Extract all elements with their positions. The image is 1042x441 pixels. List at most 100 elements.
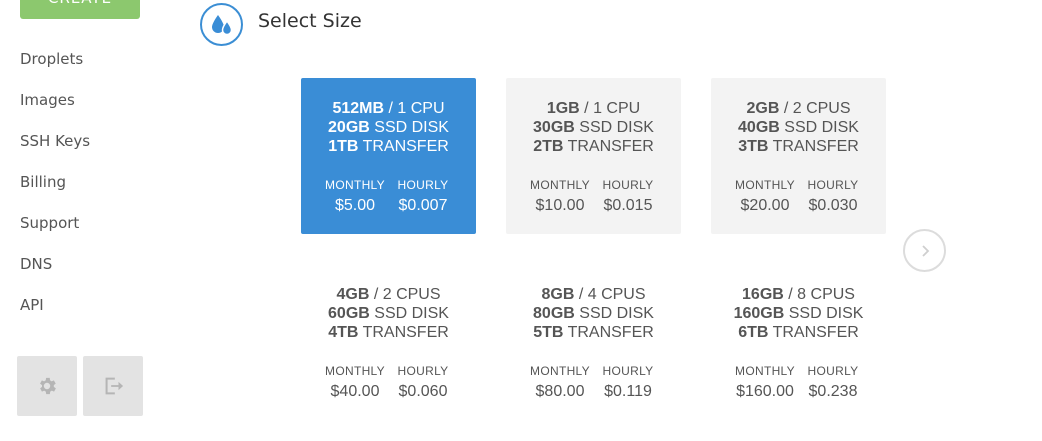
ram-value: 512MB [332, 100, 385, 117]
ram-value: 2GB [746, 100, 780, 117]
cpu-value: 1 CPU [593, 100, 641, 117]
hourly-value: $0.060 [398, 383, 448, 400]
hourly-label: HOURLY [602, 178, 654, 192]
sidebar-item-support[interactable]: Support [20, 212, 90, 253]
ram-value: 1GB [546, 100, 580, 117]
size-card-1gb[interactable]: 1GB / 1 CPU 30GB SSD DISK 2TB TRANSFER M… [506, 78, 681, 234]
gear-icon [40, 377, 56, 395]
next-sizes-button[interactable] [903, 229, 946, 272]
transfer-label: TRANSFER [567, 138, 654, 155]
disk-value: 60GB [328, 305, 370, 322]
hourly-price: HOURLY $0.060 [388, 364, 458, 402]
transfer-value: 5TB [533, 324, 564, 341]
monthly-price: MONTHLY $80.00 [525, 364, 595, 402]
hourly-label: HOURLY [602, 364, 654, 378]
size-specs: 512MB / 1 CPU 20GB SSD DISK 1TB TRANSFER [328, 100, 449, 155]
monthly-price: MONTHLY $160.00 [730, 364, 800, 402]
monthly-label: MONTHLY [530, 364, 590, 378]
transfer-label: TRANSFER [362, 324, 449, 341]
disk-value: 160GB [733, 305, 785, 322]
disk-label: SSD DISK [579, 305, 654, 322]
sidebar-item-billing[interactable]: Billing [20, 171, 90, 212]
hourly-price: HOURLY $0.030 [798, 178, 868, 216]
transfer-label: TRANSFER [772, 138, 859, 155]
monthly-value: $5.00 [334, 197, 376, 214]
size-card-4gb[interactable]: 4GB / 2 CPUS 60GB SSD DISK 4TB TRANSFER … [301, 264, 476, 420]
disk-label: SSD DISK [374, 119, 449, 136]
hourly-value: $0.030 [808, 197, 858, 214]
sidebar: CREATE Droplets Images SSH Keys Billing … [0, 0, 200, 441]
hourly-label: HOURLY [397, 364, 449, 378]
hourly-label: HOURLY [397, 178, 449, 192]
hourly-value: $0.238 [808, 383, 858, 400]
ram-value: 4GB [336, 286, 370, 303]
hourly-value: $0.007 [398, 197, 448, 214]
sidebar-item-api[interactable]: API [20, 294, 90, 335]
monthly-value: $160.00 [736, 383, 794, 400]
transfer-value: 2TB [533, 138, 564, 155]
monthly-label: MONTHLY [735, 364, 795, 378]
hourly-value: $0.015 [603, 197, 653, 214]
transfer-value: 3TB [738, 138, 769, 155]
cpu-value: 4 CPUS [587, 286, 646, 303]
size-card-512mb[interactable]: 512MB / 1 CPU 20GB SSD DISK 1TB TRANSFER… [301, 78, 476, 234]
monthly-label: MONTHLY [530, 178, 590, 192]
transfer-value: 4TB [328, 324, 359, 341]
settings-button[interactable] [17, 356, 77, 416]
disk-value: 20GB [328, 119, 370, 136]
ram-value: 8GB [541, 286, 575, 303]
hourly-label: HOURLY [807, 178, 859, 192]
size-specs: 1GB / 1 CPU 30GB SSD DISK 2TB TRANSFER [533, 100, 654, 155]
size-card-8gb[interactable]: 8GB / 4 CPUS 80GB SSD DISK 5TB TRANSFER … [506, 264, 681, 420]
monthly-label: MONTHLY [325, 364, 385, 378]
cpu-value: 2 CPUS [792, 100, 851, 117]
cpu-value: 1 CPU [397, 100, 445, 117]
size-card-2gb[interactable]: 2GB / 2 CPUS 40GB SSD DISK 3TB TRANSFER … [711, 78, 886, 234]
monthly-label: MONTHLY [325, 178, 385, 192]
hourly-price: HOURLY $0.015 [593, 178, 663, 216]
ram-value: 16GB [742, 286, 784, 303]
disk-label: SSD DISK [374, 305, 449, 322]
hourly-label: HOURLY [807, 364, 859, 378]
size-card-16gb[interactable]: 16GB / 8 CPUS 160GB SSD DISK 6TB TRANSFE… [711, 264, 886, 420]
monthly-value: $40.00 [330, 383, 380, 400]
sidebar-item-images[interactable]: Images [20, 89, 90, 130]
size-specs: 2GB / 2 CPUS 40GB SSD DISK 3TB TRANSFER [738, 100, 859, 155]
hourly-price: HOURLY $0.007 [388, 178, 458, 216]
monthly-value: $20.00 [740, 197, 790, 214]
hourly-price: HOURLY $0.119 [593, 364, 663, 402]
size-specs: 8GB / 4 CPUS 80GB SSD DISK 5TB TRANSFER [533, 286, 654, 341]
transfer-value: 1TB [328, 138, 359, 155]
monthly-price: MONTHLY $5.00 [320, 178, 390, 216]
transfer-label: TRANSFER [772, 324, 859, 341]
logout-icon [105, 377, 124, 395]
monthly-value: $10.00 [535, 197, 585, 214]
page-title: Select Size [258, 10, 362, 32]
monthly-price: MONTHLY $40.00 [320, 364, 390, 402]
logout-button[interactable] [83, 356, 143, 416]
monthly-price: MONTHLY $10.00 [525, 178, 595, 216]
disk-value: 80GB [533, 305, 575, 322]
hourly-price: HOURLY $0.238 [798, 364, 868, 402]
droplets-icon [200, 3, 243, 46]
transfer-label: TRANSFER [567, 324, 654, 341]
disk-value: 40GB [738, 119, 780, 136]
sidebar-nav: Droplets Images SSH Keys Billing Support… [20, 48, 90, 335]
size-specs: 4GB / 2 CPUS 60GB SSD DISK 4TB TRANSFER [328, 286, 449, 341]
chevron-right-icon [921, 244, 929, 257]
sidebar-item-droplets[interactable]: Droplets [20, 48, 90, 89]
sidebar-item-ssh-keys[interactable]: SSH Keys [20, 130, 90, 171]
disk-label: SSD DISK [788, 305, 864, 322]
disk-label: SSD DISK [579, 119, 654, 136]
transfer-value: 6TB [738, 324, 769, 341]
size-specs: 16GB / 8 CPUS 160GB SSD DISK 6TB TRANSFE… [733, 286, 864, 341]
cpu-value: 8 CPUS [797, 286, 855, 303]
disk-label: SSD DISK [784, 119, 859, 136]
transfer-label: TRANSFER [362, 138, 449, 155]
cpu-value: 2 CPUS [382, 286, 441, 303]
hourly-value: $0.119 [604, 383, 652, 400]
monthly-label: MONTHLY [735, 178, 795, 192]
sidebar-item-dns[interactable]: DNS [20, 253, 90, 294]
monthly-price: MONTHLY $20.00 [730, 178, 800, 216]
create-button[interactable]: CREATE [20, 0, 140, 19]
